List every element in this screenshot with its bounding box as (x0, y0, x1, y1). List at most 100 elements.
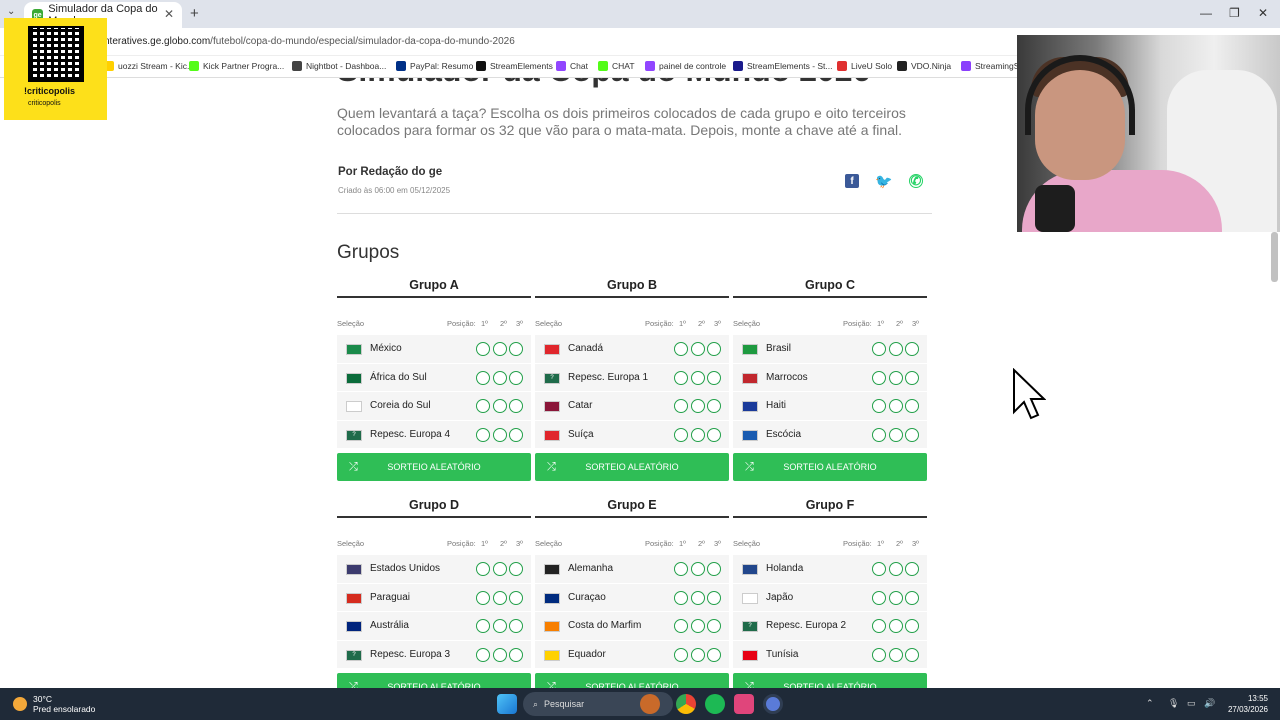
radio-first-place[interactable] (872, 619, 886, 633)
radio-first-place[interactable] (674, 590, 688, 605)
radio-third-place[interactable] (707, 370, 721, 385)
radio-first-place[interactable] (674, 399, 688, 413)
radio-first-place[interactable] (674, 647, 688, 662)
obs-icon[interactable] (763, 694, 783, 714)
radio-third-place[interactable] (509, 619, 523, 633)
radio-second-place[interactable] (889, 342, 903, 356)
radio-first-place[interactable] (476, 399, 490, 413)
radio-third-place[interactable] (905, 647, 919, 662)
radio-first-place[interactable] (674, 370, 688, 385)
radio-first-place[interactable] (674, 427, 688, 442)
radio-second-place[interactable] (493, 647, 507, 662)
tray-chevron-icon[interactable]: ⌃ (1146, 698, 1154, 709)
close-window-icon[interactable]: ✕ (1258, 6, 1268, 20)
random-draw-button[interactable]: ⤮ SORTEIO ALEATÓRIO (733, 453, 927, 481)
chrome-icon[interactable] (676, 694, 696, 714)
bookmark-item[interactable]: Kick Partner Progra... (189, 61, 284, 71)
radio-third-place[interactable] (509, 562, 523, 576)
bookmark-item[interactable]: painel de controle (645, 61, 726, 71)
radio-third-place[interactable] (509, 342, 523, 356)
bookmark-item[interactable]: StreamElements - St... (733, 61, 833, 71)
radio-first-place[interactable] (476, 562, 490, 576)
radio-second-place[interactable] (691, 370, 705, 385)
radio-third-place[interactable] (905, 619, 919, 633)
bookmark-item[interactable]: Nightbot - Dashboa... (292, 61, 386, 71)
radio-third-place[interactable] (905, 590, 919, 605)
radio-first-place[interactable] (476, 619, 490, 633)
bookmark-item[interactable]: Chat (556, 61, 588, 71)
bookmark-item[interactable]: CHAT (598, 61, 635, 71)
radio-first-place[interactable] (674, 342, 688, 356)
twitter-share-icon[interactable]: 🐦 (875, 173, 892, 189)
radio-second-place[interactable] (493, 342, 507, 356)
radio-first-place[interactable] (476, 370, 490, 385)
radio-third-place[interactable] (509, 647, 523, 662)
bookmark-item[interactable]: VDO.Ninja (897, 61, 951, 71)
radio-first-place[interactable] (476, 342, 490, 356)
close-tab-icon[interactable]: ✕ (164, 7, 174, 21)
radio-third-place[interactable] (905, 370, 919, 385)
radio-first-place[interactable] (476, 590, 490, 605)
radio-third-place[interactable] (707, 562, 721, 576)
radio-first-place[interactable] (872, 399, 886, 413)
bookmark-item[interactable]: PayPal: Resumo (396, 61, 473, 71)
radio-second-place[interactable] (691, 342, 705, 356)
radio-second-place[interactable] (889, 427, 903, 442)
radio-third-place[interactable] (509, 427, 523, 442)
spotify-icon[interactable] (705, 694, 725, 714)
bookmark-item[interactable]: LiveU Solo (837, 61, 892, 71)
radio-second-place[interactable] (889, 562, 903, 576)
radio-first-place[interactable] (872, 370, 886, 385)
radio-first-place[interactable] (476, 427, 490, 442)
restore-icon[interactable]: ❐ (1229, 6, 1240, 20)
radio-second-place[interactable] (493, 590, 507, 605)
new-tab-icon[interactable]: + (190, 5, 199, 22)
radio-second-place[interactable] (889, 370, 903, 385)
radio-second-place[interactable] (493, 619, 507, 633)
radio-third-place[interactable] (509, 399, 523, 413)
clock[interactable]: 13:55 27/03/2026 (1222, 693, 1268, 715)
radio-second-place[interactable] (493, 399, 507, 413)
whatsapp-share-icon[interactable]: ✆ (909, 173, 923, 188)
radio-second-place[interactable] (889, 619, 903, 633)
radio-second-place[interactable] (889, 399, 903, 413)
radio-third-place[interactable] (905, 562, 919, 576)
radio-third-place[interactable] (905, 342, 919, 356)
radio-first-place[interactable] (872, 562, 886, 576)
radio-third-place[interactable] (707, 647, 721, 662)
radio-third-place[interactable] (707, 619, 721, 633)
radio-second-place[interactable] (691, 619, 705, 633)
random-draw-button[interactable]: ⤮ SORTEIO ALEATÓRIO (535, 453, 729, 481)
radio-second-place[interactable] (493, 562, 507, 576)
volume-icon[interactable]: 🔊 (1204, 698, 1215, 709)
radio-third-place[interactable] (707, 399, 721, 413)
mic-icon[interactable]: 🎙 (1168, 698, 1179, 709)
bookmark-item[interactable]: uozzi Stream - Kic... (104, 61, 194, 71)
radio-first-place[interactable] (674, 619, 688, 633)
radio-second-place[interactable] (691, 647, 705, 662)
tab-list-icon[interactable]: ⌄ (7, 6, 15, 17)
weather-widget[interactable]: 30°C Pred ensolarado (13, 694, 95, 714)
radio-third-place[interactable] (707, 590, 721, 605)
radio-second-place[interactable] (691, 427, 705, 442)
facebook-share-icon[interactable]: f (845, 174, 859, 188)
radio-second-place[interactable] (493, 427, 507, 442)
radio-third-place[interactable] (707, 427, 721, 442)
radio-second-place[interactable] (493, 370, 507, 385)
app-icon[interactable] (734, 694, 754, 714)
minimize-icon[interactable]: — (1200, 6, 1212, 20)
radio-second-place[interactable] (889, 590, 903, 605)
radio-first-place[interactable] (674, 562, 688, 576)
radio-first-place[interactable] (872, 427, 886, 442)
scrollbar-thumb[interactable] (1271, 232, 1278, 282)
radio-first-place[interactable] (872, 590, 886, 605)
bookmark-item[interactable]: StreamElements (476, 61, 553, 71)
start-icon[interactable] (497, 694, 517, 714)
random-draw-button[interactable]: ⤮ SORTEIO ALEATÓRIO (337, 453, 531, 481)
radio-second-place[interactable] (691, 399, 705, 413)
radio-second-place[interactable] (691, 590, 705, 605)
url-text[interactable]: nteratives.ge.globo.com/futebol/copa-do-… (104, 36, 515, 47)
radio-third-place[interactable] (905, 427, 919, 442)
bookmark-item[interactable]: StreamingS (961, 61, 1019, 71)
radio-second-place[interactable] (889, 647, 903, 662)
